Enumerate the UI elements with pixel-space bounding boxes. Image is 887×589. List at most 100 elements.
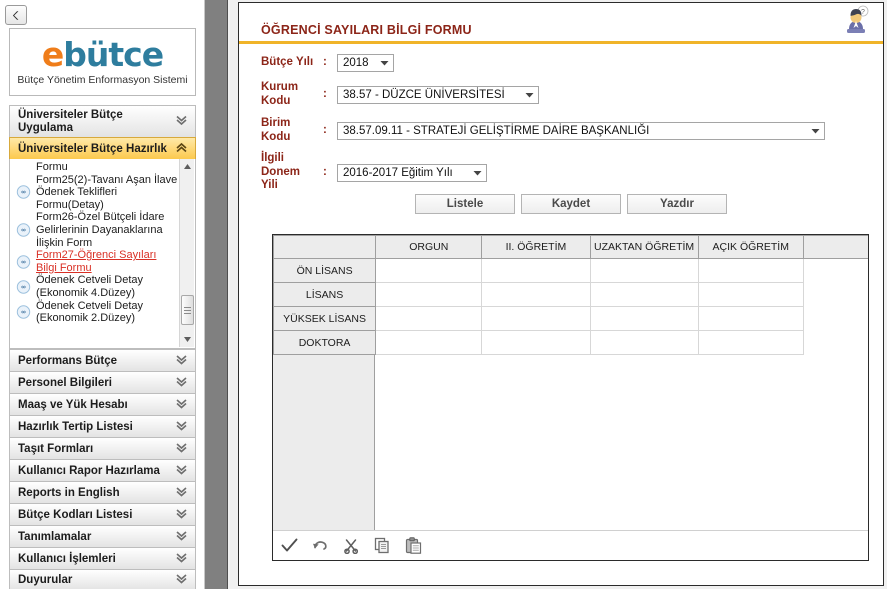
select-value: 38.57.09.11 - STRATEJİ GELİŞTİRME DAİRE … — [343, 125, 650, 137]
form-action-buttons: Listele Kaydet Yazdır — [415, 194, 727, 214]
accordion-universiteler-butce-hazirlik[interactable]: Üniversiteler Bütçe Hazırlık — [9, 137, 196, 159]
sidebar-item-reports-in-english[interactable]: Reports in English — [9, 481, 196, 503]
cell-yuksek-lisans-orgun[interactable] — [375, 306, 483, 331]
cell-on-lisans-orgun[interactable] — [375, 258, 483, 283]
row-header-yuksek-lisans[interactable]: YÜKSEK LİSANS — [273, 306, 377, 331]
ilgili-donem-yili-select[interactable]: 2016-2017 Eğitim Yılı — [337, 164, 487, 182]
chevron-double-down-icon — [175, 572, 188, 588]
butce-yili-select[interactable]: 2018 — [337, 54, 394, 72]
scrollbar-thumb[interactable] — [181, 295, 194, 325]
table-row: LİSANS — [273, 282, 868, 307]
form-card: ÖĞRENCİ SAYILARI BİLGİ FORMU ? Bütçe Yıl… — [238, 2, 884, 586]
cut-scissors-icon[interactable] — [342, 536, 361, 555]
cell-lisans-ii-ogretim[interactable] — [481, 282, 591, 307]
undo-icon[interactable] — [311, 536, 330, 555]
logo-letter-e: e — [41, 35, 64, 74]
field-colon: : — [323, 88, 327, 100]
paste-icon[interactable] — [404, 536, 423, 555]
sidebar-item-tanimlamalar[interactable]: Tanımlamalar — [9, 525, 196, 547]
field-label: Bütçe Yılı — [261, 56, 314, 68]
column-header-acik-ogretim[interactable]: AÇIK ÖĞRETİM — [697, 235, 804, 259]
sidebar-item-personel-bilgileri[interactable]: Personel Bilgileri — [9, 371, 196, 393]
kurum-kodu-select[interactable]: 38.57 - DÜZCE ÜNİVERSİTESİ — [337, 86, 539, 104]
accordion-label: Personel Bilgileri — [18, 376, 112, 389]
cell-lisans-orgun[interactable] — [375, 282, 483, 307]
chevron-down-icon — [380, 57, 389, 69]
user-help-icon[interactable]: ? — [837, 5, 873, 39]
tree-scrollbar[interactable] — [179, 159, 194, 347]
copy-icon[interactable] — [373, 536, 392, 555]
tree-item-label: Ödenek Cetveli Detay (Ekonomik 4.Düzey) — [36, 274, 143, 299]
row-header-on-lisans[interactable]: ÖN LİSANS — [273, 258, 377, 283]
left-sidebar: ebütce Bütçe Yönetim Enformasyon Sistemi… — [0, 0, 205, 589]
field-row-birim-kodu: Birim Kodu : 38.57.09.11 - STRATEJİ GELİ… — [261, 114, 861, 144]
cell-on-lisans-ii-ogretim[interactable] — [481, 258, 591, 283]
scroll-down-arrow-icon[interactable] — [180, 332, 195, 347]
row-header-lisans[interactable]: LİSANS — [273, 282, 377, 307]
chevron-double-down-icon — [175, 113, 188, 130]
select-value: 2016-2017 Eğitim Yılı — [343, 167, 453, 179]
accordion-universiteler-butce-uygulama[interactable]: Üniversiteler Bütçe Uygulama — [9, 105, 196, 137]
form-node-icon — [16, 279, 31, 294]
column-header-uzaktan-ogretim[interactable]: UZAKTAN ÖĞRETİM — [589, 235, 699, 259]
scroll-up-arrow-icon[interactable] — [180, 159, 195, 174]
accordion-label: Üniversiteler Bütçe Uygulama — [18, 108, 123, 134]
cell-filler — [803, 282, 868, 307]
tree-item-form25[interactable]: Form25(2)-Tavanı Aşan İlave Ödenek Tekli… — [10, 174, 180, 212]
tree-item-odenek-cetveli-detay-4[interactable]: Ödenek Cetveli Detay (Ekonomik 4.Düzey) — [10, 274, 180, 299]
cell-doktora-ii-ogretim[interactable] — [481, 330, 591, 355]
cell-doktora-orgun[interactable] — [375, 330, 483, 355]
accordion-label: Taşıt Formları — [18, 442, 94, 455]
sidebar-item-tasit-formlari[interactable]: Taşıt Formları — [9, 437, 196, 459]
save-button[interactable]: Kaydet — [521, 194, 621, 214]
accordion-label: Duyurular — [18, 574, 73, 586]
table-row: ÖN LİSANS — [273, 258, 868, 283]
logo-wordmark: ebütce — [41, 35, 164, 74]
cell-lisans-uzaktan[interactable] — [589, 282, 699, 307]
confirm-check-icon[interactable] — [280, 536, 299, 555]
sidebar-item-duyurular[interactable]: Duyurular — [9, 569, 196, 589]
back-button[interactable] — [5, 5, 27, 25]
cell-yuksek-lisans-acik[interactable] — [697, 306, 804, 331]
tree-item-label: Form25(2)-Tavanı Aşan İlave Ödenek Tekli… — [36, 173, 178, 211]
tree-item-odenek-cetveli-detay-2[interactable]: Ödenek Cetveli Detay (Ekonomik 2.Düzey) — [10, 300, 180, 325]
column-header-filler — [802, 235, 868, 259]
sidebar-item-kullanici-rapor-hazirlama[interactable]: Kullanıcı Rapor Hazırlama — [9, 459, 196, 481]
panel-splitter[interactable] — [205, 0, 228, 589]
cell-lisans-acik[interactable] — [697, 282, 804, 307]
cell-doktora-acik[interactable] — [697, 330, 804, 355]
sidebar-item-hazirlik-tertip-listesi[interactable]: Hazırlık Tertip Listesi — [9, 415, 196, 437]
chevron-left-icon — [12, 10, 18, 20]
print-button[interactable]: Yazdır — [627, 194, 727, 214]
accordion-label: Kullanıcı İşlemleri — [18, 552, 116, 565]
field-label-line1: Birim — [261, 117, 291, 129]
table-row: YÜKSEK LİSANS — [273, 306, 868, 331]
column-header-orgun[interactable]: ORGUN — [375, 235, 483, 259]
select-value: 38.57 - DÜZCE ÜNİVERSİTESİ — [343, 89, 505, 101]
chevron-double-down-icon — [175, 397, 188, 413]
tree-item-form26[interactable]: Form26-Özel Bütçeli İdare Gelirlerinin D… — [10, 211, 180, 249]
birim-kodu-select[interactable]: 38.57.09.11 - STRATEJİ GELİŞTİRME DAİRE … — [337, 122, 825, 140]
form-node-icon — [16, 305, 31, 320]
tree-item-form27-ogrenci-sayilari[interactable]: Form27-Öğrenci Sayıları Bilgi Formu — [10, 249, 180, 274]
grid-scroll-area: ORGUN II. ÖĞRETİM UZAKTAN ÖĞRETİM AÇIK Ö… — [273, 235, 868, 530]
sidebar-item-butce-kodlari-listesi[interactable]: Bütçe Kodları Listesi — [9, 503, 196, 525]
cell-on-lisans-uzaktan[interactable] — [589, 258, 699, 283]
cell-filler — [803, 258, 868, 283]
cell-doktora-uzaktan[interactable] — [589, 330, 699, 355]
sidebar-item-maas-ve-yuk-hesabi[interactable]: Maaş ve Yük Hesabı — [9, 393, 196, 415]
column-header-ii-ogretim[interactable]: II. ÖĞRETİM — [481, 235, 591, 259]
student-counts-table: ORGUN II. ÖĞRETİM UZAKTAN ÖĞRETİM AÇIK Ö… — [273, 235, 868, 355]
cell-yuksek-lisans-uzaktan[interactable] — [589, 306, 699, 331]
tree-item-formu[interactable]: Formu — [10, 161, 180, 174]
list-button[interactable]: Listele — [415, 194, 515, 214]
tree-item-label: Form27-Öğrenci Sayıları Bilgi Formu — [36, 249, 157, 274]
field-label: Kurum Kodu — [261, 78, 323, 108]
sidebar-item-performans-butce[interactable]: Performans Bütçe — [9, 349, 196, 371]
accordion-label: Performans Bütçe — [18, 354, 118, 367]
sidebar-item-kullanici-islemleri[interactable]: Kullanıcı İşlemleri — [9, 547, 196, 569]
row-header-doktora[interactable]: DOKTORA — [273, 330, 377, 355]
cell-on-lisans-acik[interactable] — [697, 258, 804, 283]
svg-text:?: ? — [861, 9, 865, 16]
cell-yuksek-lisans-ii-ogretim[interactable] — [481, 306, 591, 331]
